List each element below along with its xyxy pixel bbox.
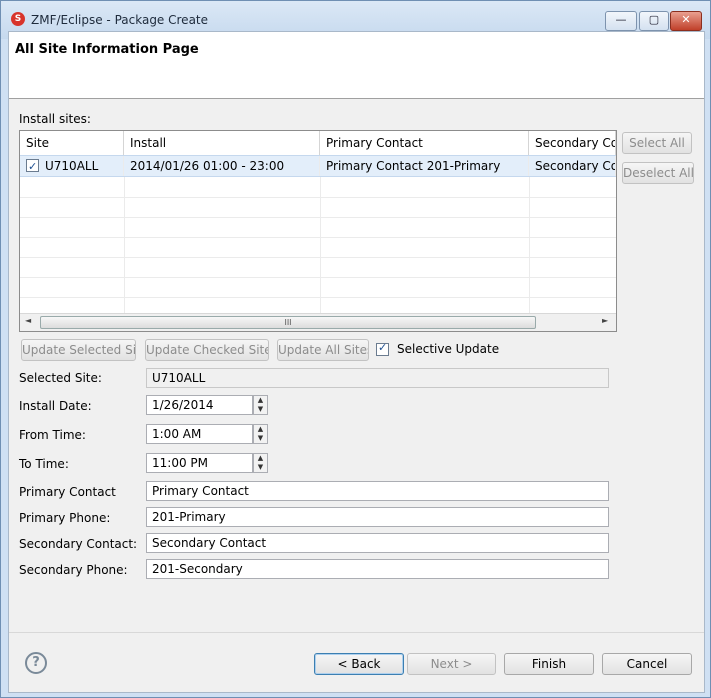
to-time-field[interactable]: 11:00 PM	[146, 453, 253, 473]
from-time-field[interactable]: 1:00 AM	[146, 424, 253, 444]
from-time-spinner[interactable]: ▲ ▼	[253, 424, 268, 444]
column-header-primary-contact[interactable]: Primary Contact	[320, 131, 529, 155]
spin-up-icon[interactable]: ▲	[258, 454, 263, 462]
deselect-all-button[interactable]: Deselect All	[622, 162, 694, 184]
help-icon[interactable]: ?	[25, 652, 47, 674]
cell-install: 2014/01/26 01:00 - 23:00	[124, 156, 320, 176]
primary-phone-field[interactable]: 201-Primary	[146, 507, 609, 527]
secondary-phone-field[interactable]: 201-Secondary	[146, 559, 609, 579]
window-title: ZMF/Eclipse - Package Create	[31, 13, 209, 27]
maximize-button[interactable]: ▢	[639, 11, 669, 31]
spin-up-icon[interactable]: ▲	[258, 396, 263, 404]
install-sites-label: Install sites:	[19, 112, 91, 126]
empty-row	[20, 277, 616, 298]
install-date-field[interactable]: 1/26/2014	[146, 395, 253, 415]
app-logo-icon: S	[11, 12, 25, 26]
column-gridline	[124, 177, 125, 315]
install-date-spinner[interactable]: ▲ ▼	[253, 395, 268, 415]
empty-row	[20, 257, 616, 278]
next-button[interactable]: Next >	[407, 653, 496, 675]
minimize-button[interactable]: —	[605, 11, 637, 31]
dialog-content: All Site Information Page Install sites:…	[8, 31, 705, 693]
primary-contact-label: Primary Contact	[19, 485, 116, 499]
select-all-button[interactable]: Select All	[622, 132, 692, 154]
horizontal-scrollbar[interactable]: ◄ III ►	[20, 313, 616, 331]
primary-contact-field[interactable]: Primary Contact	[146, 481, 609, 501]
site-name: U710ALL	[45, 159, 99, 173]
table-row[interactable]: U710ALL 2014/01/26 01:00 - 23:00 Primary…	[20, 155, 616, 177]
from-time-label: From Time:	[19, 428, 86, 442]
column-gridline	[529, 177, 530, 315]
selected-site-field: U710ALL	[146, 368, 609, 388]
empty-row	[20, 177, 616, 198]
cancel-button[interactable]: Cancel	[602, 653, 692, 675]
dialog-window: S ZMF/Eclipse - Package Create — ▢ ✕ All…	[0, 0, 711, 698]
empty-row	[20, 197, 616, 218]
spin-down-icon[interactable]: ▼	[258, 434, 263, 442]
install-date-label: Install Date:	[19, 399, 92, 413]
back-button[interactable]: < Back	[314, 653, 404, 675]
install-sites-table: Site Install Primary Contact Secondary C…	[19, 130, 617, 332]
empty-row	[20, 217, 616, 238]
spin-up-icon[interactable]: ▲	[258, 425, 263, 433]
cell-site: U710ALL	[20, 156, 124, 176]
cell-primary-contact: Primary Contact 201-Primary	[320, 156, 529, 176]
update-all-sites-button[interactable]: Update All Sites	[277, 339, 369, 361]
footer-divider	[9, 632, 704, 633]
to-time-label: To Time:	[19, 457, 69, 471]
page-title: All Site Information Page	[15, 42, 199, 57]
empty-row	[20, 237, 616, 258]
selective-update-checkbox[interactable]	[376, 341, 389, 356]
spin-down-icon[interactable]: ▼	[258, 463, 263, 471]
table-header: Site Install Primary Contact Secondary C…	[20, 131, 616, 156]
scroll-left-icon[interactable]: ◄	[25, 316, 31, 325]
secondary-phone-label: Secondary Phone:	[19, 563, 128, 577]
primary-phone-label: Primary Phone:	[19, 511, 111, 525]
selected-site-label: Selected Site:	[19, 371, 102, 385]
row-checkbox[interactable]	[26, 157, 39, 176]
column-gridline	[320, 177, 321, 315]
spin-down-icon[interactable]: ▼	[258, 405, 263, 413]
to-time-spinner[interactable]: ▲ ▼	[253, 453, 268, 473]
secondary-contact-field[interactable]: Secondary Contact	[146, 533, 609, 553]
column-header-site[interactable]: Site	[20, 131, 124, 155]
selective-update-label: Selective Update	[397, 342, 500, 356]
close-button[interactable]: ✕	[670, 11, 702, 31]
column-header-install[interactable]: Install	[124, 131, 320, 155]
finish-button[interactable]: Finish	[504, 653, 594, 675]
secondary-contact-label: Secondary Contact:	[19, 537, 138, 551]
scrollbar-thumb[interactable]: III	[40, 316, 536, 329]
update-selected-site-button[interactable]: Update Selected Site	[21, 339, 136, 361]
cell-secondary-contact: Secondary Contact 201-Secondary	[529, 156, 616, 176]
page-header: All Site Information Page	[9, 32, 704, 99]
scroll-right-icon[interactable]: ►	[602, 316, 608, 325]
column-header-secondary-contact[interactable]: Secondary Contact	[529, 131, 616, 155]
update-checked-sites-button[interactable]: Update Checked Sites	[145, 339, 269, 361]
